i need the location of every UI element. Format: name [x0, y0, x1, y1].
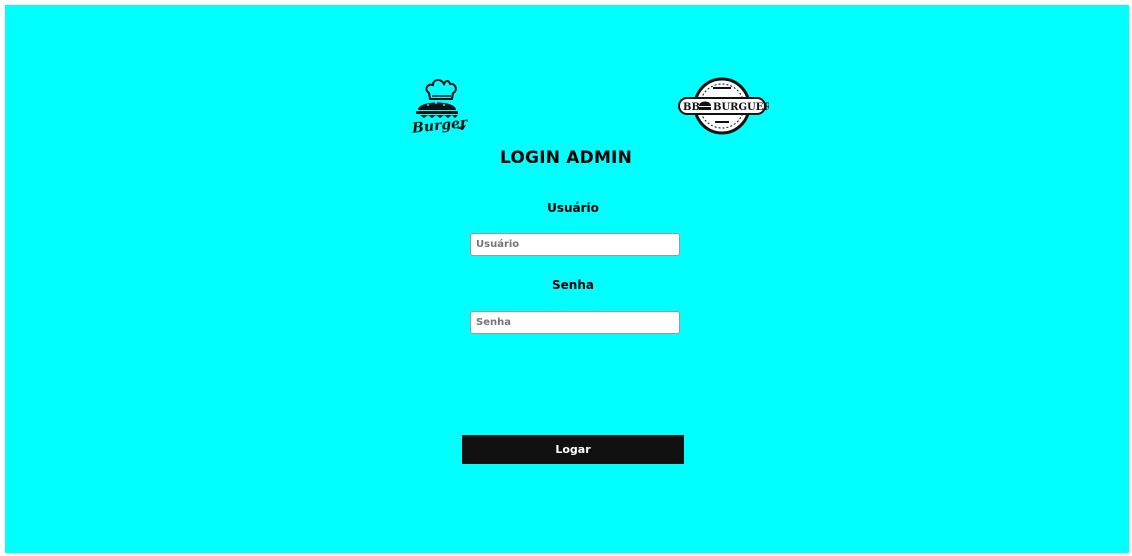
svg-text:BURGUER: BURGUER — [713, 102, 769, 113]
svg-text:BB: BB — [683, 102, 700, 113]
bb-burguer-badge-logo-icon: BB BURGUER — [675, 77, 772, 135]
burger-chef-logo-icon: Burger — [408, 78, 474, 137]
password-input[interactable] — [470, 311, 680, 334]
password-label: Senha — [552, 278, 594, 292]
login-button[interactable]: Logar — [462, 435, 684, 464]
page-title: LOGIN ADMIN — [499, 148, 633, 168]
svg-text:Burger: Burger — [410, 115, 469, 136]
username-input[interactable] — [470, 233, 680, 256]
username-label: Usuário — [547, 201, 599, 215]
